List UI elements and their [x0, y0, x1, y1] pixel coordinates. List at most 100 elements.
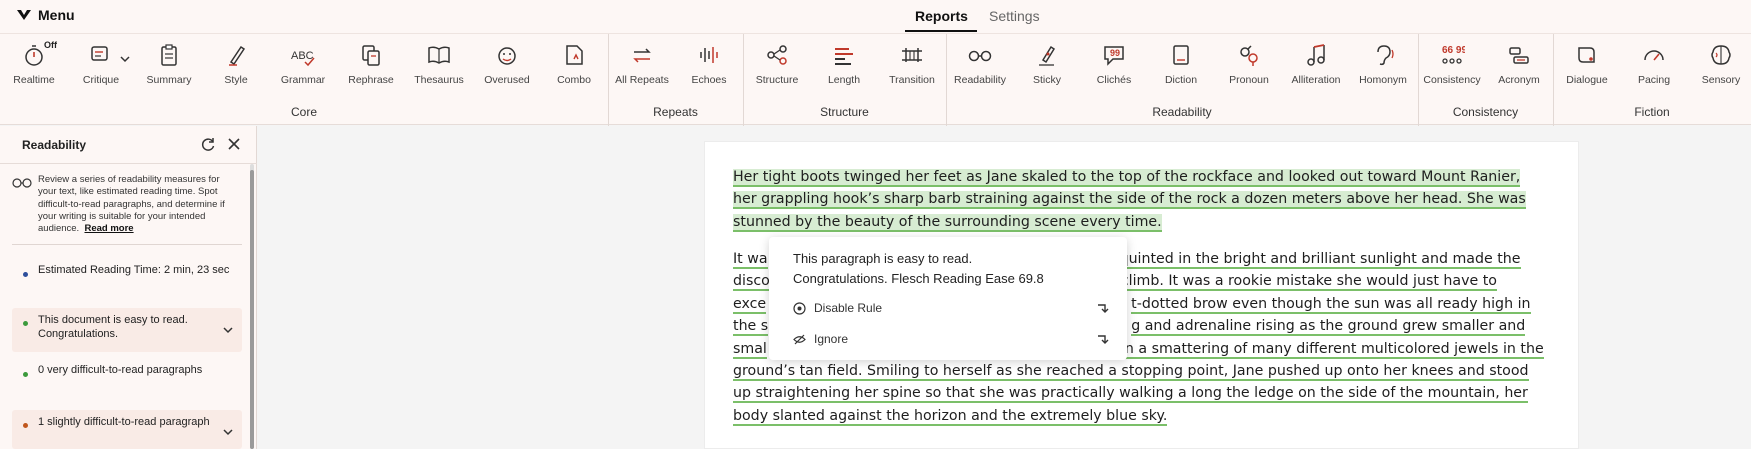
status-dot [23, 321, 28, 326]
acronym-icon [1509, 47, 1529, 64]
tool-label: Diction [1164, 74, 1198, 86]
tab-settings[interactable]: Settings [989, 8, 1040, 24]
tool-thesaurus[interactable]: Thesaurus [406, 42, 472, 86]
tool-label: Readability [954, 74, 1006, 86]
tool-label: Length [827, 74, 861, 86]
tool-critique[interactable]: Critique [68, 42, 134, 86]
menu-button[interactable]: Menu [16, 7, 75, 23]
tool-style[interactable]: Style [203, 42, 269, 86]
critique-icon [91, 46, 108, 61]
tool-length[interactable]: Length [811, 42, 877, 86]
tool-homonym[interactable]: Homonym [1350, 42, 1416, 86]
tool-label: All Repeats [615, 74, 669, 86]
paragraph-line: exce [733, 295, 767, 314]
tool-pronoun[interactable]: Pronoun [1216, 42, 1282, 86]
tool-transition[interactable]: Transition [879, 42, 945, 86]
paragraph-line: n a smattering of many different multico… [1124, 340, 1544, 359]
chevron-down-icon[interactable] [222, 426, 234, 438]
brain-icon [1711, 45, 1731, 65]
tool-diction[interactable]: Diction [1148, 42, 1214, 86]
logo-icon [17, 10, 31, 20]
tool-label: Critique [82, 74, 120, 86]
tool-acronym[interactable]: Acronym [1486, 42, 1552, 86]
disable-rule-button[interactable]: Disable Rule [793, 301, 882, 315]
status-dot [23, 423, 28, 428]
tool-label: Homonym [1359, 74, 1407, 86]
ignore-button[interactable]: Ignore [793, 332, 848, 346]
paragraph-line: climb. It was a rookie mistake she would… [1120, 273, 1497, 292]
book-icon [428, 46, 450, 64]
chevron-down-icon[interactable] [120, 54, 130, 64]
gender-icon [1240, 45, 1258, 66]
svg-text:66 99: 66 99 [1442, 45, 1465, 56]
glasses-icon [12, 178, 32, 188]
tool-grammar[interactable]: ABC Grammar [270, 42, 336, 86]
paragraph-line: ground’s tan field. Smiling to herself a… [733, 363, 1529, 382]
return-arrow-icon[interactable] [1095, 301, 1109, 315]
rephrase-icon [362, 45, 380, 66]
tool-summary[interactable]: Summary [136, 42, 202, 86]
abc-check-icon: ABC [291, 50, 315, 67]
tool-label: Transition [889, 74, 935, 86]
ear-icon [1377, 45, 1394, 66]
tool-overused[interactable]: Overused [474, 42, 540, 86]
tab-reports[interactable]: Reports [915, 8, 968, 24]
tool-sensory[interactable]: Sensory [1688, 42, 1751, 86]
return-arrow-icon[interactable] [1095, 332, 1109, 346]
tool-echoes[interactable]: Echoes [676, 42, 742, 86]
realtime-off-badge: Off [44, 40, 57, 50]
tool-cliches[interactable]: 99 Clichés [1081, 42, 1147, 86]
quote-bubble-icon: 99 [1104, 46, 1124, 66]
sidebar-intro: Review a series of readability measures … [38, 174, 238, 235]
sidebar-item-slightly-difficult[interactable]: 1 slightly difficult-to-read paragraph [12, 410, 242, 449]
paragraph-highlighted[interactable]: Her tight boots twinged her feet as Jane… [733, 166, 1526, 233]
read-more-link[interactable]: Read more [84, 223, 133, 234]
sticky-pen-icon [1039, 45, 1056, 66]
sidebar-item-easy-to-read[interactable]: This document is easy to read. Congratul… [12, 308, 242, 352]
paragraph-line: her grappling hook’s sharp barb strainin… [733, 191, 1526, 210]
tool-label: Pronoun [1229, 74, 1269, 86]
chevron-down-icon[interactable] [222, 324, 234, 336]
tool-label: Sticky [1032, 74, 1061, 86]
sidebar-scrollbar-thumb[interactable] [250, 170, 254, 449]
tool-consistency[interactable]: 66 99 Consistency [1419, 42, 1485, 86]
tool-label: Thesaurus [414, 74, 464, 86]
tool-alliteration[interactable]: Alliteration [1283, 42, 1349, 86]
status-dot [23, 372, 28, 377]
paragraph-line: It wa [733, 251, 768, 269]
tool-combo[interactable]: Combo [541, 42, 607, 86]
sidebar-item-reading-time[interactable]: Estimated Reading Time: 2 min, 23 sec [12, 260, 242, 304]
paragraph-line: up straightening her spine so that she w… [733, 385, 1528, 404]
readability-popover: This paragraph is easy to read. Congratu… [769, 237, 1127, 360]
svg-text:99: 99 [1110, 48, 1120, 58]
paragraph-line: quinted in the bright and brilliant sunl… [1119, 251, 1521, 269]
ignore-label: Ignore [814, 332, 849, 346]
tool-realtime[interactable]: Realtime [1, 42, 67, 86]
tool-label: Rephrase [348, 74, 394, 86]
sidebar-title: Readability [22, 138, 87, 152]
paragraph-line: Her tight boots twinged her feet as Jane… [733, 169, 1521, 187]
pen-icon [229, 45, 246, 66]
combo-doc-icon [566, 45, 583, 65]
arrows-repeat-icon [633, 48, 651, 63]
tool-label: Dialogue [1566, 74, 1608, 86]
tool-label: Realtime [13, 74, 55, 86]
tool-pacing[interactable]: Pacing [1621, 42, 1687, 86]
tool-dialogue[interactable]: Dialogue [1554, 42, 1620, 86]
tool-structure[interactable]: Structure [744, 42, 810, 86]
tool-all-repeats[interactable]: All Repeats [609, 42, 675, 86]
face-icon [498, 47, 516, 65]
sidebar-item-very-difficult[interactable]: 0 very difficult-to-read paragraphs [12, 360, 242, 404]
tool-label: Structure [755, 74, 799, 86]
tool-label: Pacing [1637, 74, 1671, 86]
close-icon[interactable] [226, 136, 242, 152]
popover-line: Congratulations. Flesch Reading Ease 69.… [793, 270, 1044, 286]
tool-sticky[interactable]: Sticky [1014, 42, 1080, 86]
popover-line: This paragraph is easy to read. [793, 251, 973, 266]
nodes-icon [767, 45, 787, 65]
tool-label: Combo [557, 74, 591, 86]
tool-readability[interactable]: Readability [947, 42, 1013, 86]
paragraph-line: smal [733, 340, 767, 359]
refresh-icon[interactable] [200, 136, 216, 152]
tool-rephrase[interactable]: Rephrase [338, 42, 404, 86]
